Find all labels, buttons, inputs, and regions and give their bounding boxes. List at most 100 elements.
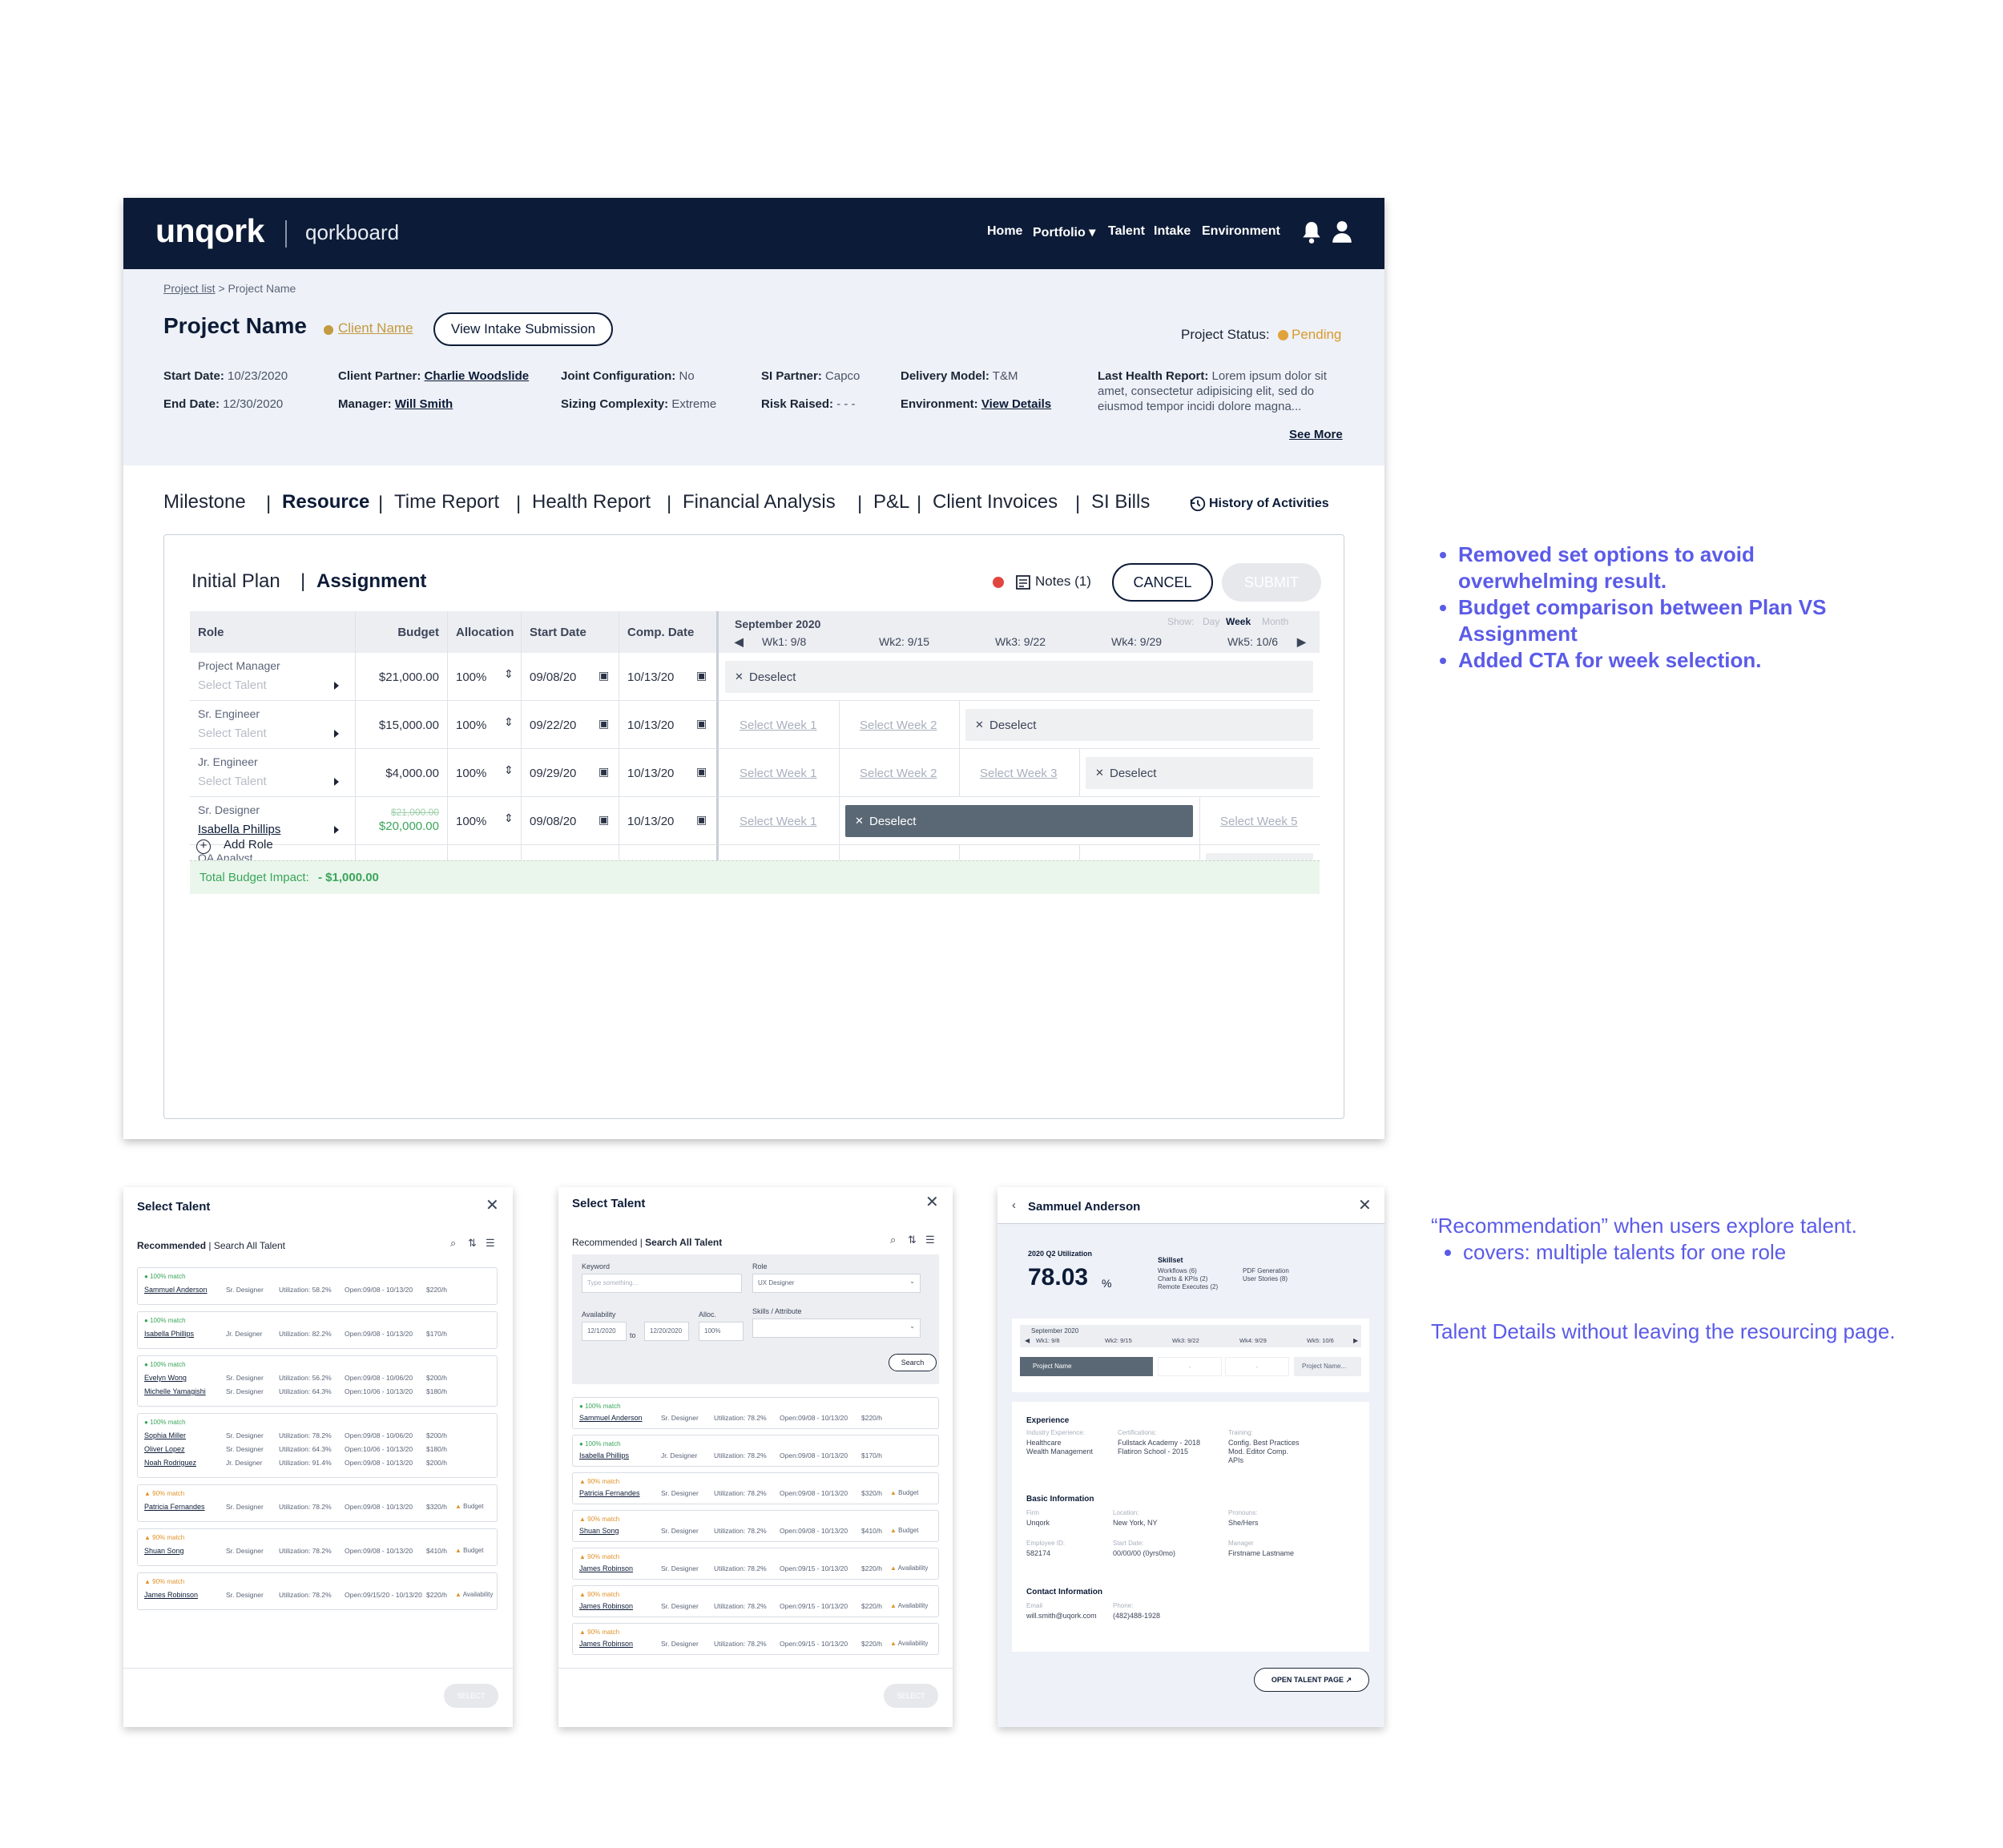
breadcrumb-project-list[interactable]: Project list	[163, 282, 216, 295]
select-week-link[interactable]: Select Week 2	[860, 719, 937, 732]
tab-si-bills[interactable]: SI Bills	[1091, 491, 1150, 513]
calendar-icon[interactable]: ▣	[696, 765, 707, 779]
unqork-logo[interactable]: unqork	[155, 212, 264, 250]
deselect-week-bar[interactable]: Deselect	[845, 805, 1193, 837]
close-icon[interactable]: ✕	[925, 1192, 939, 1212]
nav-portfolio[interactable]: Portfolio ▾	[1033, 224, 1095, 240]
allocation-value[interactable]: 100%	[456, 719, 486, 732]
tab-milestone[interactable]: Milestone	[163, 491, 246, 513]
manager-link[interactable]: Will Smith	[395, 397, 453, 411]
show-day[interactable]: Day	[1203, 616, 1219, 627]
talent-name-link[interactable]: Sammuel Anderson	[144, 1286, 208, 1294]
calendar-icon[interactable]: ▣	[598, 669, 609, 682]
select-week-link[interactable]: Select Week 2	[860, 767, 937, 780]
filter-icon[interactable]: ☰	[925, 1234, 935, 1246]
skills-select[interactable]: ⌄	[752, 1319, 921, 1338]
tab-search-all[interactable]: Search All Talent	[645, 1237, 722, 1248]
select-week-link[interactable]: Select Week 1	[740, 815, 816, 828]
caret-right-icon[interactable]	[334, 778, 339, 786]
select-talent-dropdown[interactable]: Isabella Phillips	[198, 823, 280, 836]
stepper-icon[interactable]: ⇕	[504, 811, 514, 825]
show-month[interactable]: Month	[1262, 616, 1288, 627]
start-date-value[interactable]: 09/29/20	[530, 767, 576, 780]
talent-card[interactable]: ● 100% match Sammuel Anderson Sr. Designe…	[137, 1267, 498, 1305]
talent-card[interactable]: ● 100% match Isabella Phillips Jr. Design…	[137, 1311, 498, 1349]
select-button[interactable]: SELECT	[444, 1684, 498, 1708]
calendar-icon[interactable]: ▣	[598, 813, 609, 827]
talent-name-link[interactable]: Sammuel Anderson	[579, 1414, 643, 1422]
filter-icon[interactable]: ☰	[486, 1237, 495, 1250]
nav-talent[interactable]: Talent	[1108, 224, 1145, 239]
talent-name-link[interactable]: Shuan Song	[144, 1547, 184, 1555]
talent-name-link[interactable]: Noah Rodriguez	[144, 1459, 196, 1467]
history-icon[interactable]	[1189, 495, 1207, 513]
comp-date-value[interactable]: 10/13/20	[627, 767, 674, 780]
talent-name-link[interactable]: Michelle Yamagishi	[144, 1387, 206, 1395]
open-talent-page-button[interactable]: OPEN TALENT PAGE ↗	[1254, 1668, 1369, 1692]
stepper-icon[interactable]: ⇕	[504, 715, 514, 729]
availability-from[interactable]: 12/1/2020	[582, 1322, 627, 1341]
talent-card[interactable]: ▲ 90% match Patricia Fernandes Sr. Desig…	[572, 1472, 939, 1504]
subtab-initial-plan[interactable]: Initial Plan	[191, 570, 280, 593]
talent-card[interactable]: ▲ 90% match James Robinson Sr. Designer U…	[137, 1572, 498, 1610]
calendar-icon[interactable]: ▣	[696, 813, 707, 827]
talent-name-link[interactable]: Shuan Song	[579, 1527, 619, 1535]
talent-card[interactable]: ▲ 90% match Patricia Fernandes Sr. Design…	[137, 1484, 498, 1522]
talent-name-link[interactable]: Isabella Phillips	[144, 1330, 194, 1338]
allocation-value[interactable]: 100%	[456, 767, 486, 780]
calendar-icon[interactable]: ▣	[696, 669, 707, 682]
talent-card[interactable]: ● 100% match Isabella Phillips Jr. Desig…	[572, 1435, 939, 1467]
add-circle-icon[interactable]: +	[196, 839, 211, 854]
talent-card[interactable]: ▲ 90% match James Robinson Sr. Designer …	[572, 1623, 939, 1655]
nav-environment[interactable]: Environment	[1202, 224, 1280, 239]
stepper-icon[interactable]: ⇕	[504, 763, 514, 777]
nav-home[interactable]: Home	[987, 224, 1022, 239]
tab-recommended[interactable]: Recommended	[137, 1240, 206, 1251]
deselect-week-bar[interactable]: Deselect	[965, 709, 1313, 741]
talent-card[interactable]: ▲ 90% match Shuan Song Sr. Designer Utili…	[137, 1528, 498, 1566]
tab-financial-analysis[interactable]: Financial Analysis	[683, 491, 836, 513]
allocation-value[interactable]: 100%	[456, 670, 486, 684]
tab-client-invoices[interactable]: Client Invoices	[933, 491, 1058, 513]
talent-card[interactable]: ▲ 90% match Shuan Song Sr. Designer Util…	[572, 1510, 939, 1542]
user-icon[interactable]	[1332, 219, 1352, 244]
tab-resource[interactable]: Resource	[282, 491, 369, 513]
search-icon[interactable]: ⌕	[450, 1237, 456, 1250]
talent-name-link[interactable]: James Robinson	[579, 1564, 633, 1572]
talent-name-link[interactable]: James Robinson	[579, 1640, 633, 1648]
select-week-link[interactable]: Select Week 3	[980, 767, 1057, 780]
sort-icon[interactable]: ⇅	[468, 1237, 477, 1250]
role-select[interactable]: UX Designer ⌄	[752, 1274, 921, 1293]
comp-date-value[interactable]: 10/13/20	[627, 719, 674, 732]
client-partner-link[interactable]: Charlie Woodslide	[425, 369, 530, 383]
show-week[interactable]: Week	[1226, 616, 1251, 627]
mini-project-bar[interactable]: Project Name	[1020, 1357, 1153, 1376]
caret-right-icon[interactable]	[334, 826, 339, 834]
deselect-week-bar[interactable]: Deselect	[725, 661, 1313, 693]
keyword-input[interactable]: Type something...	[582, 1274, 742, 1293]
comp-date-value[interactable]: 10/13/20	[627, 815, 674, 828]
close-icon[interactable]: ✕	[486, 1195, 499, 1215]
talent-name-link[interactable]: James Robinson	[144, 1591, 198, 1599]
allocation-value[interactable]: 100%	[456, 815, 486, 828]
talent-name-link[interactable]: Sophia Miller	[144, 1431, 186, 1439]
talent-card[interactable]: ● 100% match Evelyn Wong Sr. Designer Uti…	[137, 1355, 498, 1407]
sort-icon[interactable]: ⇅	[908, 1234, 917, 1246]
calendar-icon[interactable]: ▣	[598, 765, 609, 779]
add-role-button[interactable]: Add Role	[224, 838, 273, 852]
select-week-link[interactable]: Select Week 1	[740, 719, 816, 732]
view-intake-button[interactable]: View Intake Submission	[433, 312, 613, 346]
client-link[interactable]: Client Name	[338, 320, 413, 336]
history-link[interactable]: History of Activities	[1209, 497, 1329, 511]
back-chevron-icon[interactable]: ‹	[1012, 1198, 1016, 1212]
caret-right-icon[interactable]	[334, 730, 339, 738]
start-date-value[interactable]: 09/22/20	[530, 719, 576, 732]
comp-date-value[interactable]: 10/13/20	[627, 670, 674, 684]
stepper-icon[interactable]: ⇕	[504, 667, 514, 681]
week-prev-icon[interactable]: ◀	[735, 635, 744, 649]
week-next-icon[interactable]: ▶	[1297, 635, 1306, 649]
calendar-icon[interactable]: ▣	[696, 717, 707, 731]
select-talent-dropdown[interactable]: Select Talent	[198, 727, 267, 740]
tab-time-report[interactable]: Time Report	[394, 491, 499, 513]
talent-card[interactable]: ● 100% match Sophia Miller Sr. Designer U…	[137, 1413, 498, 1478]
